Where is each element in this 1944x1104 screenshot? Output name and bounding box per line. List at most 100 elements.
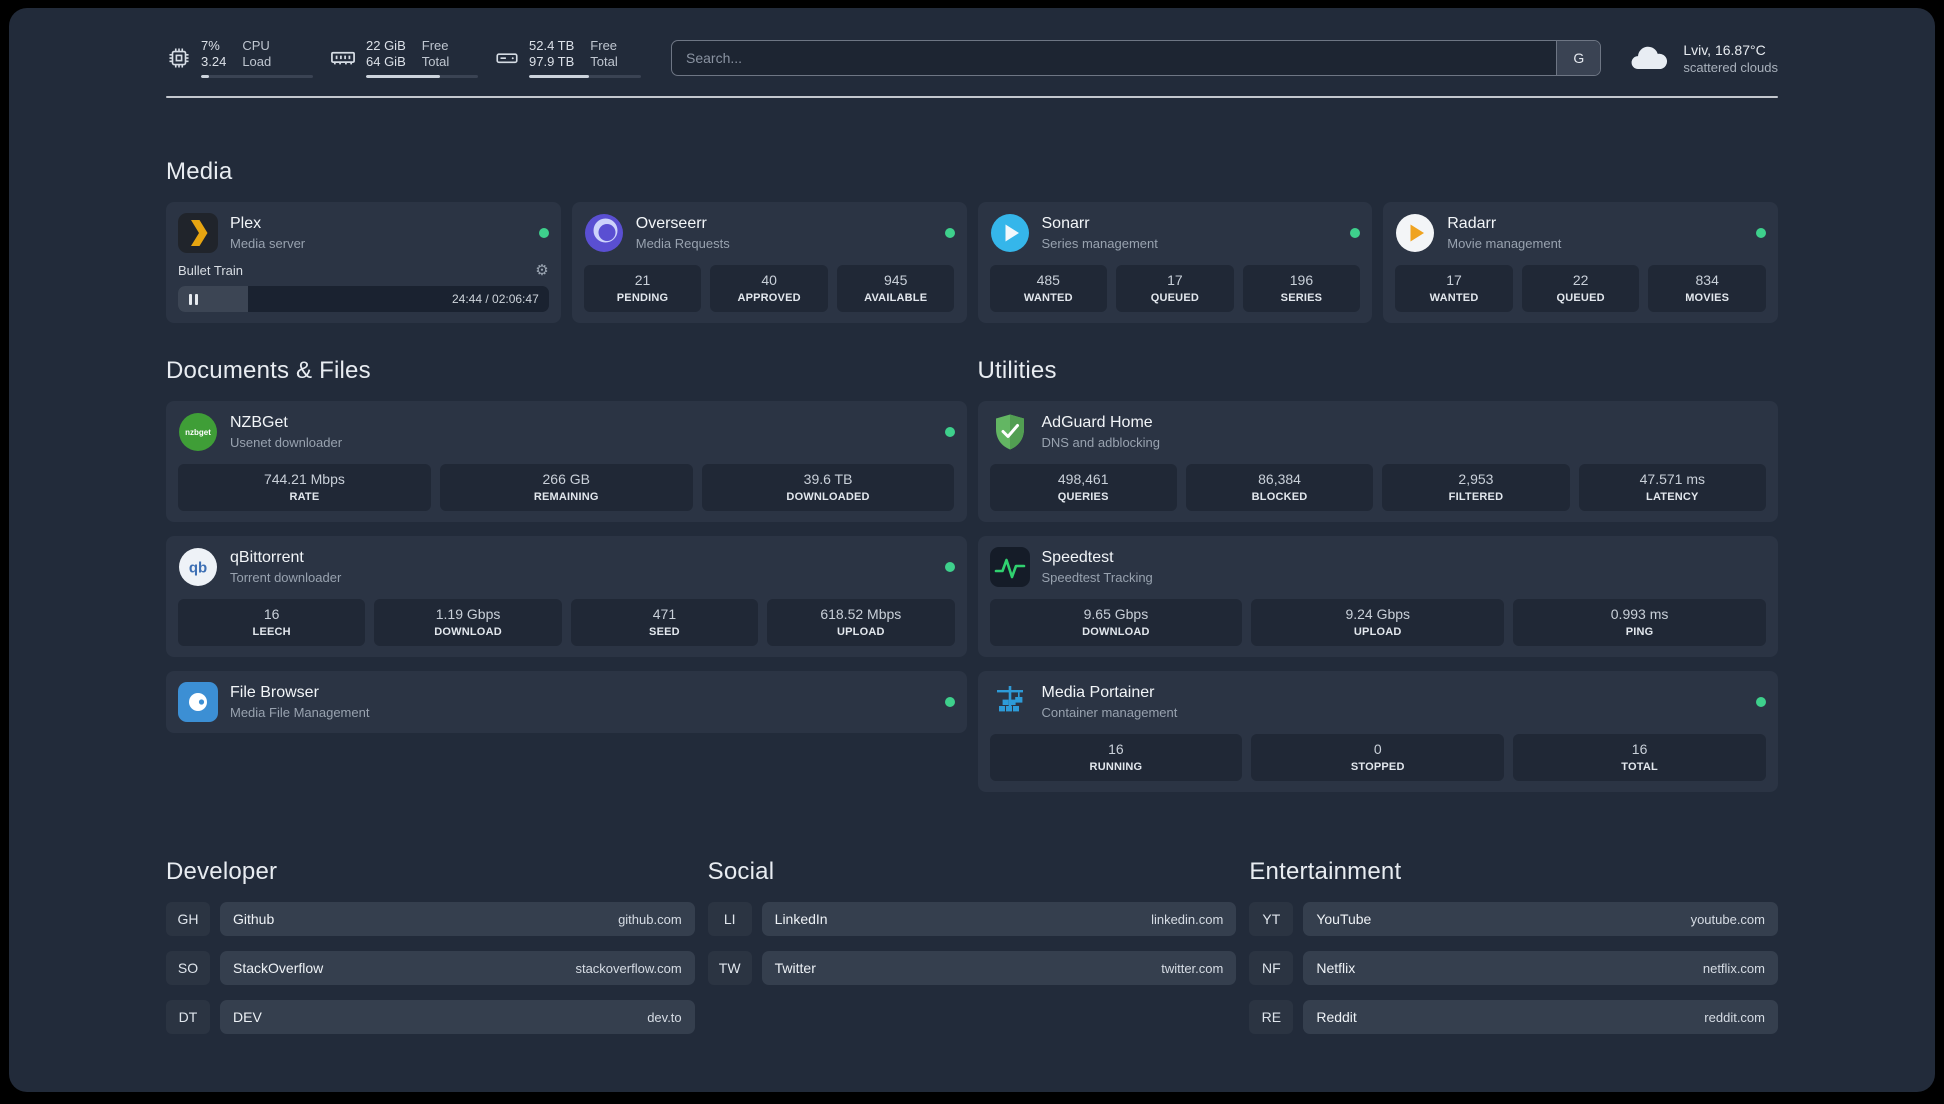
stat-tile: 0.993 ms PING — [1513, 599, 1766, 646]
search-provider-button[interactable]: G — [1556, 41, 1601, 75]
service-link-sonarr[interactable]: Sonarr Series management — [990, 213, 1361, 253]
service-name: Radarr — [1447, 215, 1497, 232]
service-name: Plex — [230, 215, 262, 232]
topbar-divider — [166, 96, 1778, 98]
stat-value: 834 — [1695, 272, 1719, 288]
cpu-load-label: Load — [242, 54, 272, 69]
service-subtitle: DNS and adblocking — [1041, 435, 1161, 450]
stat-tile: 618.52 Mbps UPLOAD — [767, 599, 955, 646]
service-link-nzbget[interactable]: nzbget NZBGet Usenet downloader — [178, 412, 955, 452]
bookmark-item[interactable]: YT YouTube youtube.com — [1249, 902, 1778, 936]
service-card-nzbget: nzbget NZBGet Usenet downloader 744.21 M… — [166, 401, 967, 522]
status-dot — [944, 427, 955, 437]
service-subtitle: Torrent downloader — [230, 570, 342, 585]
bookmark-link[interactable]: StackOverflow stackoverflow.com — [220, 951, 695, 985]
bookmark-item[interactable]: SO StackOverflow stackoverflow.com — [166, 951, 695, 985]
bookmark-item[interactable]: TW Twitter twitter.com — [707, 951, 1237, 985]
service-card-filebrowser: File Browser Media File Management — [166, 671, 967, 733]
stat-tile: 16 RUNNING — [989, 734, 1243, 781]
service-link-radarr[interactable]: Radarr Movie management — [1395, 213, 1766, 253]
disk-usage-bar — [529, 75, 641, 78]
cloud-icon — [1631, 46, 1668, 69]
bookmark-url: twitter.com — [1161, 960, 1224, 976]
bookmark-link[interactable]: Github github.com — [220, 902, 695, 936]
bookmark-name: DEV — [233, 1009, 262, 1025]
bookmark-abbr: LI — [707, 902, 752, 936]
service-stats: 21 PENDING 40 APPROVED 945 AVAILABLE — [583, 265, 955, 312]
stat-label: DOWNLOAD — [434, 626, 502, 638]
stat-tile: 17 WANTED — [1395, 265, 1513, 312]
bookmark-link[interactable]: Reddit reddit.com — [1303, 1000, 1778, 1034]
svg-text:nzbget: nzbget — [185, 428, 211, 437]
stat-tile: 9.24 Gbps UPLOAD — [1251, 599, 1505, 646]
service-link-adguard[interactable]: AdGuard Home DNS and adblocking — [990, 412, 1767, 452]
cpu-widget: 7% 3.24 CPU Load — [166, 38, 313, 78]
cpu-usage-bar — [201, 75, 313, 78]
stat-label: APPROVED — [737, 292, 801, 304]
portainer-icon — [996, 686, 1023, 712]
stat-label: FILTERED — [1448, 491, 1504, 503]
service-link-speedtest[interactable]: Speedtest Speedtest Tracking — [989, 547, 1767, 587]
bookmark-url: linkedin.com — [1151, 911, 1224, 927]
media-grid: Plex Media server Bullet Train ⚙ 24:44 /… — [166, 202, 1778, 323]
stat-label: WANTED — [1429, 292, 1479, 304]
bookmark-name: Reddit — [1316, 1009, 1357, 1025]
service-meta: Sonarr Series management — [1042, 214, 1158, 252]
bookmarks-area: Developer GH Github github.com SO StackOverf… — [166, 858, 1778, 1034]
stat-label: QUERIES — [1057, 491, 1109, 503]
section-title-social: Social — [707, 858, 775, 885]
bookmark-item[interactable]: NF Netflix netflix.com — [1249, 951, 1778, 985]
dashboard-panel: 7% 3.24 CPU Load 22 GiB 64 GiB Free Tota… — [9, 8, 1935, 1092]
service-link-qbittorrent[interactable]: qb qBittorrent Torrent downloader — [178, 547, 955, 587]
bookmark-abbr: GH — [166, 902, 210, 936]
bookmark-item[interactable]: RE Reddit reddit.com — [1249, 1000, 1778, 1034]
memory-total-value: 64 GiB — [366, 54, 406, 69]
service-stats: 16 RUNNING 0 STOPPED 16 TOTAL — [989, 734, 1767, 781]
bookmark-item[interactable]: GH Github github.com — [166, 902, 695, 936]
middle-columns: Documents & Files nzbget NZBGet Usenet d… — [166, 357, 1778, 792]
stat-label: RUNNING — [1089, 761, 1143, 773]
top-bar: 7% 3.24 CPU Load 22 GiB 64 GiB Free Tota… — [166, 38, 1778, 78]
playback-time: 24:44 / 02:06:47 — [452, 292, 539, 306]
bookmark-item[interactable]: DT DEV dev.to — [166, 1000, 695, 1034]
stat-label: STOPPED — [1350, 761, 1405, 773]
service-card-overseerr: Overseerr Media Requests 21 PENDING 40 APPR… — [571, 202, 967, 323]
bookmark-link[interactable]: Twitter twitter.com — [761, 951, 1237, 985]
service-card-speedtest: Speedtest Speedtest Tracking 9.65 Gbps DO… — [977, 536, 1778, 657]
memory-usage-bar-fill — [366, 75, 440, 78]
pause-icon[interactable] — [189, 293, 198, 305]
bookmark-link[interactable]: YouTube youtube.com — [1303, 902, 1778, 936]
service-link-plex[interactable]: Plex Media server — [178, 213, 549, 253]
dashboard-content: 7% 3.24 CPU Load 22 GiB 64 GiB Free Tota… — [166, 8, 1778, 1034]
bookmark-abbr: SO — [166, 951, 210, 985]
stat-value: 618.52 Mbps — [820, 606, 902, 622]
bookmark-item[interactable]: LI LinkedIn linkedin.com — [707, 902, 1237, 936]
service-link-filebrowser[interactable]: File Browser Media File Management — [178, 682, 955, 722]
stat-label: RATE — [289, 491, 320, 503]
bookmark-list: GH Github github.com SO StackOverflow stackov… — [166, 902, 695, 1034]
service-meta: qBittorrent Torrent downloader — [230, 548, 341, 586]
bookmark-name: Github — [233, 911, 275, 927]
disk-usage-bar-fill — [529, 75, 590, 78]
service-name: File Browser — [230, 684, 319, 701]
search-input[interactable] — [672, 41, 1557, 75]
service-card-radarr: Radarr Movie management 17 WANTED 22 QUEUED… — [1383, 202, 1778, 323]
service-link-overseerr[interactable]: Overseerr Media Requests — [584, 213, 955, 253]
bookmark-link[interactable]: Netflix netflix.com — [1303, 951, 1778, 985]
playback-progress-bar[interactable]: 24:44 / 02:06:47 — [178, 286, 549, 312]
stat-value: 196 — [1289, 272, 1314, 288]
status-dot — [944, 562, 955, 572]
gear-icon[interactable]: ⚙ — [535, 263, 548, 278]
cpu-widget-body: 7% 3.24 CPU Load — [201, 38, 313, 78]
service-subtitle: Series management — [1041, 236, 1158, 251]
bookmark-link[interactable]: LinkedIn linkedin.com — [761, 902, 1237, 936]
stat-tile: 16 LEECH — [178, 599, 366, 646]
service-link-portainer[interactable]: Media Portainer Container management — [990, 682, 1766, 722]
stat-value: 485 — [1036, 272, 1060, 288]
stat-value: 17 — [1167, 272, 1183, 288]
stat-label: PENDING — [616, 292, 669, 304]
stat-value: 21 — [634, 272, 651, 288]
stat-value: 16 — [263, 606, 280, 622]
bookmark-link[interactable]: DEV dev.to — [220, 1000, 695, 1034]
service-card-adguard: AdGuard Home DNS and adblocking 498,461 Q… — [977, 401, 1778, 522]
